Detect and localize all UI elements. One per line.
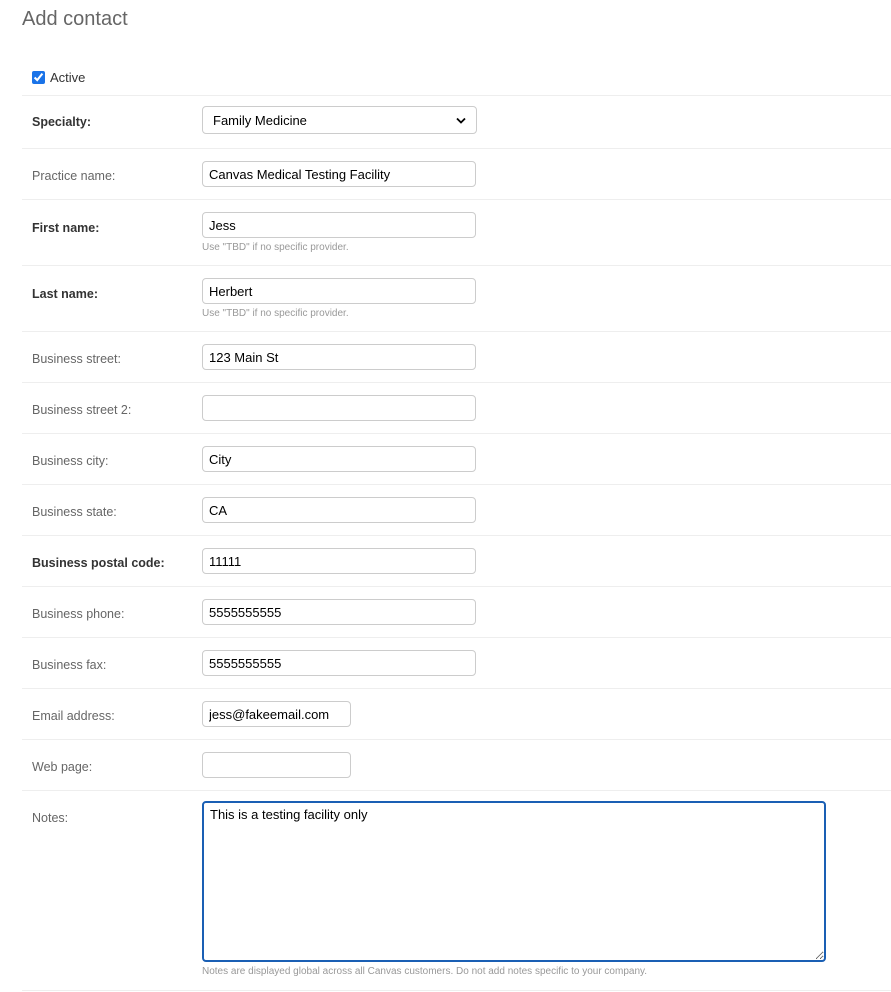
active-row: Active — [22, 60, 891, 96]
business-street-2-label: Business street 2: — [32, 403, 132, 417]
business-fax-label: Business fax: — [32, 658, 107, 672]
business-street-input[interactable] — [202, 344, 476, 370]
notes-textarea[interactable]: This is a testing facility only — [202, 801, 826, 962]
contact-form: Specialty: Family Medicine Practice name… — [22, 96, 891, 991]
page-title: Add contact — [22, 8, 128, 30]
web-page-input[interactable] — [202, 752, 351, 778]
row-business-postal-code: Business postal code: — [22, 536, 891, 587]
business-street-2-input[interactable] — [202, 395, 476, 421]
notes-label: Notes: — [32, 811, 69, 825]
last-name-label: Last name: — [32, 287, 98, 301]
first-name-help: Use "TBD" if no specific provider. — [202, 242, 349, 253]
first-name-input[interactable] — [202, 212, 476, 238]
web-page-label: Web page: — [32, 760, 93, 774]
row-web-page: Web page: — [22, 740, 891, 791]
practice-name-input[interactable] — [202, 161, 476, 187]
row-email-address: Email address: — [22, 689, 891, 740]
practice-name-label: Practice name: — [32, 169, 116, 183]
business-fax-input[interactable] — [202, 650, 476, 676]
row-business-street: Business street: — [22, 332, 891, 383]
email-address-input[interactable] — [202, 701, 351, 727]
row-business-phone: Business phone: — [22, 587, 891, 638]
business-postal-code-input[interactable] — [202, 548, 476, 574]
chevron-down-icon — [456, 117, 466, 124]
last-name-input[interactable] — [202, 278, 476, 304]
last-name-help: Use "TBD" if no specific provider. — [202, 308, 349, 319]
row-last-name: Last name: Use "TBD" if no specific prov… — [22, 266, 891, 332]
specialty-selected-value: Family Medicine — [213, 112, 307, 128]
notes-help: Notes are displayed global across all Ca… — [202, 966, 648, 977]
email-address-label: Email address: — [32, 709, 115, 723]
specialty-label: Specialty: — [32, 115, 92, 129]
active-checkbox[interactable] — [32, 71, 45, 84]
business-state-label: Business state: — [32, 505, 117, 519]
row-first-name: First name: Use "TBD" if no specific pro… — [22, 200, 891, 266]
row-business-fax: Business fax: — [22, 638, 891, 689]
row-business-street-2: Business street 2: — [22, 383, 891, 434]
business-city-label: Business city: — [32, 454, 109, 468]
business-street-label: Business street: — [32, 352, 121, 366]
row-practice-name: Practice name: — [22, 149, 891, 200]
row-business-state: Business state: — [22, 485, 891, 536]
row-notes: Notes: This is a testing facility only N… — [22, 791, 891, 991]
business-phone-input[interactable] — [202, 599, 476, 625]
active-label[interactable]: Active — [50, 70, 85, 85]
business-postal-code-label: Business postal code: — [32, 556, 165, 570]
row-specialty: Specialty: Family Medicine — [22, 96, 891, 149]
first-name-label: First name: — [32, 221, 100, 235]
business-state-input[interactable] — [202, 497, 476, 523]
business-phone-label: Business phone: — [32, 607, 125, 621]
business-city-input[interactable] — [202, 446, 476, 472]
row-business-city: Business city: — [22, 434, 891, 485]
specialty-select[interactable]: Family Medicine — [202, 106, 477, 134]
